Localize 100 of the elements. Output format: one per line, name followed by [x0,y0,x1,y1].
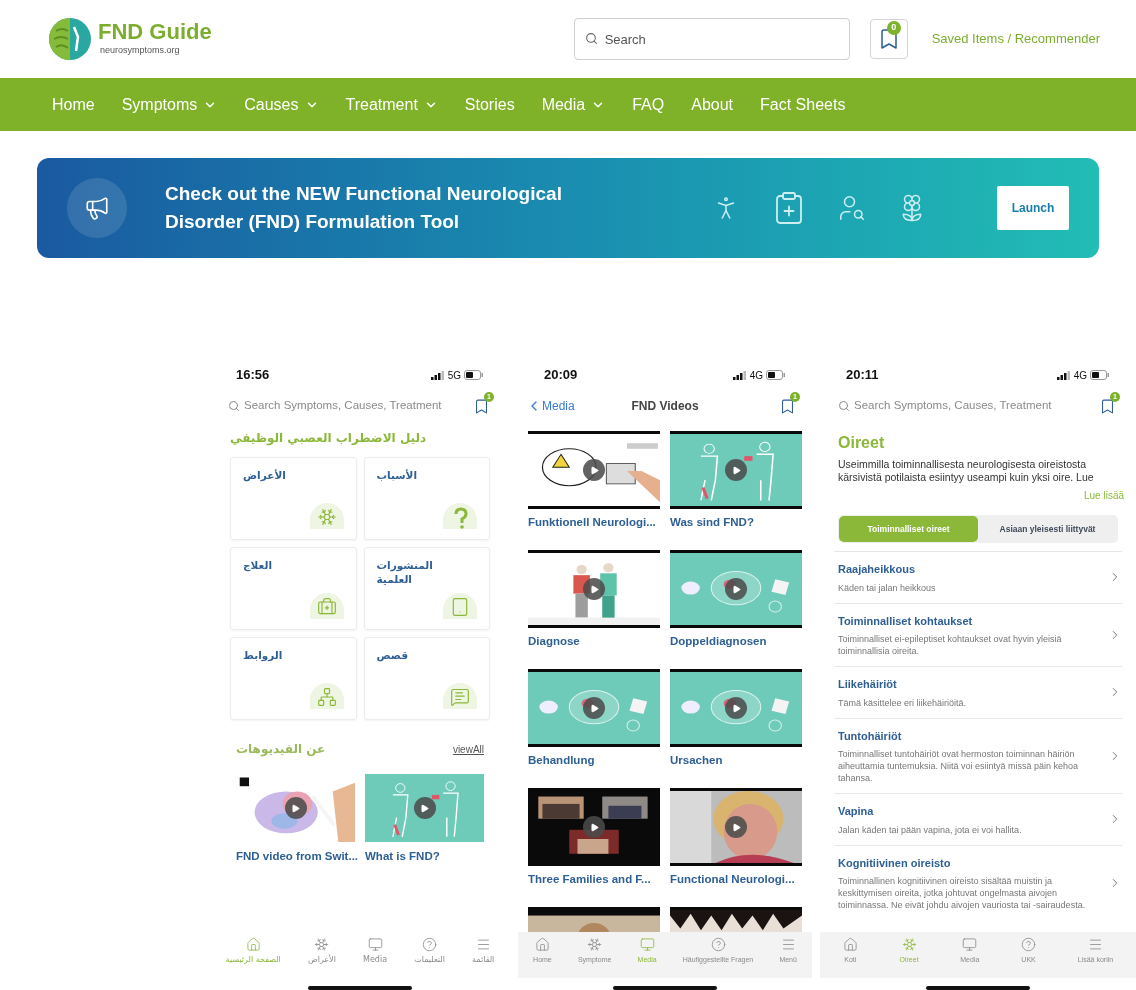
nav-link[interactable]: Fact Sheets [760,92,846,117]
search-icon [838,400,850,412]
site-title: FND Guide [98,20,212,45]
play-icon [291,803,300,813]
tab-icon [639,937,655,952]
read-more-link[interactable]: Lue lisää [1083,488,1124,503]
network-label: 5G [447,368,461,383]
nav-link[interactable]: Media [541,92,606,117]
search-field[interactable]: Search Symptoms, Causes, Treatment [244,397,466,415]
symptom-row[interactable]: Liikehäiriöt Tämä käsittelee eri liikehäiriöitä. [834,666,1122,718]
play-icon [731,822,741,832]
search-field[interactable]: Search Symptoms, Causes, Treatment [854,397,1092,415]
video-title[interactable]: Functional Neurologi... [670,871,802,889]
view-all-link[interactable]: viewAll [452,741,484,757]
symptom-title: Liikehäiriöt [838,677,898,692]
play-icon [589,465,599,475]
segment-tab[interactable]: Asiaan yleisesti liittyvät [978,516,1117,542]
video-title[interactable]: Doppeldiagnosen [670,633,802,651]
site-subtitle: neurosymptoms.org [100,44,181,58]
symptom-title: Vapina [838,804,875,819]
nav-link[interactable]: FAQ [632,92,665,117]
nav-link[interactable]: Causes [244,92,319,117]
symptom-title: Toiminnalliset kohtaukset [838,613,974,629]
symptom-title: Raajaheikkous [838,562,917,577]
tab-item[interactable]: Media [363,937,388,965]
back-link[interactable]: Media [526,397,575,415]
tab-item[interactable]: الصفحة الرئيسية [225,937,281,965]
category-card[interactable]: المنشورات العلمية [363,547,490,630]
category-card[interactable]: الروابط [230,637,357,720]
symptom-title: Tuntohäiriöt [838,728,903,744]
status-time: 20:11 [846,366,879,385]
category-card[interactable]: قصص [363,637,490,720]
nav-link[interactable]: Home [52,92,95,117]
nav-link[interactable]: Treatment [345,92,438,117]
video-title[interactable]: Diagnose [528,633,660,651]
play-icon [589,822,599,832]
battery-icon [464,370,484,380]
tab-icon [1087,937,1103,952]
tab-icon [314,937,330,952]
symptom-row[interactable]: Toiminnalliset kohtaukset Toiminnalliset ei-epileptiset kohtaukset ovat hyvin yleisiä toiminnallisia oireita. [834,602,1122,666]
video-title[interactable]: Behandlung [528,752,660,770]
tab-item[interactable]: الأعراض [308,937,336,965]
symptom-row[interactable]: Vapina Jalan käden tai pään vapina, jota ei voi hallita. [834,793,1122,845]
symptom-description: Toiminnalliset ei-epileptiset kohtaukset ovat hyvin yleisiä toiminnallisia oireita. [838,633,1063,657]
launch-button[interactable]: Launch [997,186,1069,230]
network-label: 4G [749,368,763,383]
count-badge: 0 [886,21,901,35]
message-edit-icon [450,687,470,707]
banner-text: Check out the NEW Functional Neurological Disorder (FND) Formulation Tool [165,182,563,234]
tab-icon [842,937,858,952]
intro-text: Useimmilla toiminnallisesta neurologisesta oireistosta kärsivistä potilaista esiintyy useampi kuin yksi oire. Lue [837,458,1095,484]
saved-items-link[interactable]: Saved Items / Recommender [931,29,1100,49]
battery-icon [766,370,786,380]
snowflake-icon [316,507,337,527]
search-field[interactable]: Search [573,18,850,60]
symptom-description: Toiminnalliset tuntohäiriöt ovat hermoston toiminnan häiriön aiheuttamia tuntemuksia. Niitä voi esiintyä missä päin kehoa tahansa. [838,748,1080,784]
video-title[interactable]: Ursachen [670,752,802,770]
screen-title: FND Videos [631,398,699,415]
symptom-description: Tämä käsittelee eri liikehäiriöitä. [838,696,968,709]
video-title[interactable]: What is FND? [365,848,484,866]
network-icon [316,687,337,707]
category-card[interactable]: العلاج [230,547,357,630]
play-icon [589,703,599,713]
tab-icon [587,937,603,952]
symptom-description: Käden tai jalan heikkous [838,581,937,594]
signal-icon [430,370,445,380]
tab-icon [962,937,978,952]
nav-link[interactable]: Symptoms [121,92,218,117]
symptom-description: Jalan käden tai pään vapina, jota ei voi hallita. [838,823,1023,836]
person-search-icon [837,193,867,223]
section-title: Oireet [837,433,886,453]
tab-item[interactable]: التعليمات [414,937,445,965]
symptom-row[interactable]: Tuntohäiriöt Toiminnalliset tuntohäiriöt ovat hermoston toiminnan häiriön aiheuttamia tuntemuksia. Niitä voi esiintyä missä päin kehoa tahansa. [834,717,1122,793]
guide-title: دليل الاضطراب العصبي الوظيفي [229,430,428,447]
play-icon [589,584,599,594]
network-label: 4G [1073,368,1087,383]
video-title[interactable]: Funktionell Neurologi... [528,514,660,532]
segment-tab[interactable]: Toiminnalliset oireet [839,516,978,542]
nav-link[interactable]: Stories [464,92,515,117]
category-card[interactable]: الأسباب [363,457,490,540]
video-title[interactable]: FND video from Swit... [236,848,355,866]
play-icon [731,465,741,475]
status-time: 16:56 [236,366,270,385]
tab-icon [901,937,917,952]
tab-icon [422,937,438,952]
symptom-row[interactable]: Raajaheikkous Käden tai jalan heikkous [834,551,1122,603]
tab-icon [534,937,550,952]
tab-icon [710,937,726,952]
saved-items-button[interactable]: 0 [869,19,908,59]
medical-kit-icon [316,597,337,617]
tab-icon [780,937,796,952]
video-title[interactable]: Three Families and F... [528,871,660,889]
tab-item[interactable]: القائمة [472,937,495,965]
tab-icon [367,937,383,952]
video-title[interactable]: Was sind FND? [670,514,802,532]
logo-icon [48,17,92,61]
nav-link[interactable]: About [691,92,734,117]
status-time: 20:09 [544,366,578,385]
category-card[interactable]: الأعراض [230,457,357,540]
signal-icon [732,370,747,380]
